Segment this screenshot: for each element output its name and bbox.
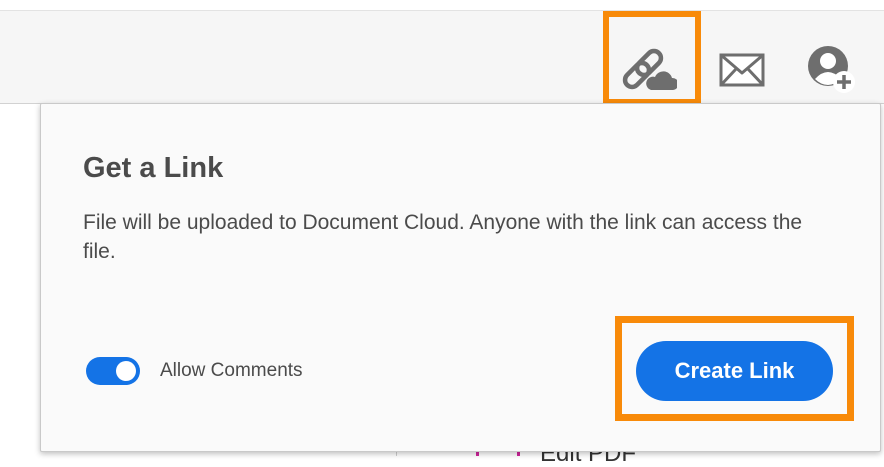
- email-button[interactable]: [712, 42, 772, 98]
- allow-comments-row: Allow Comments: [86, 357, 303, 385]
- allow-comments-toggle[interactable]: [86, 357, 140, 385]
- window-top-strip: [0, 0, 884, 11]
- envelope-icon: [719, 53, 765, 87]
- top-toolbar: [0, 11, 884, 107]
- toggle-knob: [116, 361, 136, 381]
- add-user-button[interactable]: [800, 40, 862, 100]
- add-user-icon: [808, 46, 855, 93]
- popover-description: File will be uploaded to Document Cloud.…: [83, 211, 803, 263]
- create-link-highlight-box: [615, 316, 854, 421]
- allow-comments-label: Allow Comments: [160, 360, 303, 381]
- popover-title: Get a Link: [83, 152, 224, 184]
- share-icon-highlight-box: [603, 11, 701, 105]
